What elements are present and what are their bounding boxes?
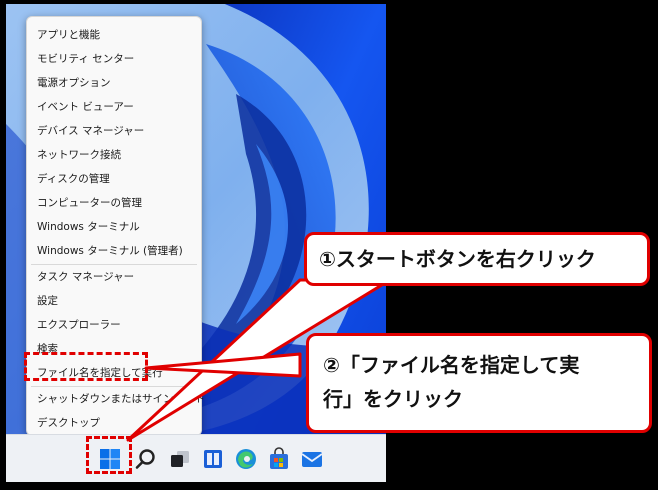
callout-step2-line2: 行」をクリック bbox=[323, 387, 463, 411]
menu-item-device-manager[interactable]: デバイス マネージャー bbox=[27, 119, 201, 143]
callout-step1-text: ①スタートボタンを右クリック bbox=[319, 247, 596, 271]
task-view-icon[interactable] bbox=[168, 447, 192, 471]
menu-item-shutdown-signout[interactable]: シャットダウンまたはサインアウト › bbox=[27, 387, 205, 411]
store-icon[interactable] bbox=[267, 447, 291, 471]
menu-item-desktop[interactable]: デスクトップ bbox=[27, 411, 201, 435]
menu-item-windows-terminal-admin[interactable]: Windows ターミナル (管理者) bbox=[27, 239, 201, 263]
menu-item-label: シャットダウンまたはサインアウト bbox=[37, 393, 205, 405]
callout-step2: ②「ファイル名を指定して実 行」をクリック bbox=[306, 333, 652, 433]
run-item-highlight bbox=[24, 352, 148, 381]
menu-item-task-manager[interactable]: タスク マネージャー bbox=[27, 265, 201, 289]
menu-item-network-connections[interactable]: ネットワーク接続 bbox=[27, 143, 201, 167]
widgets-icon[interactable] bbox=[201, 447, 225, 471]
chevron-right-icon: › bbox=[187, 393, 191, 404]
menu-item-apps-features[interactable]: アプリと機能 bbox=[27, 23, 201, 47]
callout-step1: ①スタートボタンを右クリック bbox=[304, 232, 650, 286]
mail-icon[interactable] bbox=[300, 447, 324, 471]
menu-item-explorer[interactable]: エクスプローラー bbox=[27, 313, 201, 337]
taskbar bbox=[6, 434, 386, 482]
menu-item-power-options[interactable]: 電源オプション bbox=[27, 71, 201, 95]
menu-item-mobility-center[interactable]: モビリティ センター bbox=[27, 47, 201, 71]
edge-icon[interactable] bbox=[234, 447, 258, 471]
search-icon[interactable] bbox=[134, 447, 158, 471]
menu-item-computer-management[interactable]: コンピューターの管理 bbox=[27, 191, 201, 215]
menu-item-disk-management[interactable]: ディスクの管理 bbox=[27, 167, 201, 191]
menu-item-windows-terminal[interactable]: Windows ターミナル bbox=[27, 215, 201, 239]
start-button-highlight bbox=[86, 436, 132, 474]
callout-step2-line1: ②「ファイル名を指定して実 bbox=[323, 353, 580, 377]
menu-item-settings[interactable]: 設定 bbox=[27, 289, 201, 313]
menu-item-event-viewer[interactable]: イベント ビューアー bbox=[27, 95, 201, 119]
